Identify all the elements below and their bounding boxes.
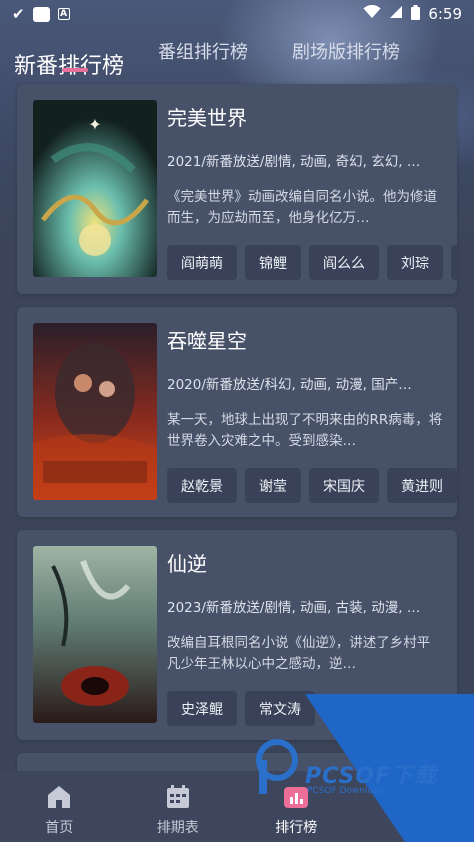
anime-title[interactable]: 吞噬星空 [167, 325, 247, 354]
signal-icon [389, 5, 403, 23]
anime-description: 改编自耳根同名小说《仙逆》，讲述了乡村平凡少年王林以心中之感动，逆… [167, 635, 431, 672]
tab-movie-ranking[interactable]: 剧场版排行榜 [292, 38, 400, 64]
status-bar: ✔ A 6:59 [0, 0, 474, 28]
anime-title[interactable]: 完美世界 [167, 102, 247, 131]
cast-tag[interactable]: 赵乾景 [167, 468, 237, 503]
cast-tag-overflow[interactable] [451, 245, 457, 280]
cast-tag[interactable]: 黄进则 [387, 468, 457, 503]
home-icon [45, 783, 73, 811]
cast-tag[interactable]: 宋国庆 [309, 468, 379, 503]
anime-card[interactable]: 吞噬星空 2020/新番放送/科幻, 动画, 动漫, 国产… 某一天，地球上出现… [17, 307, 457, 517]
poster-image[interactable] [33, 323, 157, 500]
poster-image[interactable]: ✦ [33, 100, 157, 277]
cast-tags: 阎萌萌 锦鲤 阎么么 刘琮 [167, 245, 457, 280]
app-notification-icon [32, 6, 50, 22]
nav-schedule[interactable]: 排期表 [119, 771, 238, 842]
nav-profile[interactable]: 我的 [356, 771, 474, 842]
anime-meta: 2021/新番放送/剧情, 动画, 奇幻, 玄幻, … [167, 154, 421, 170]
poster-image[interactable] [33, 546, 157, 723]
nav-schedule-label: 排期表 [156, 820, 199, 836]
anime-meta: 2020/新番放送/科幻, 动画, 动漫, 国产… [167, 377, 412, 393]
anime-card[interactable]: ✦ 完美世界 2021/新番放送/剧情, 动画, 奇幻, 玄幻, … 《完美世界… [17, 84, 457, 294]
cast-tags: 赵乾景 谢莹 宋国庆 黄进则 [167, 468, 457, 503]
nav-ranking[interactable]: 排行榜 [237, 771, 356, 842]
tab-indicator [62, 68, 88, 72]
nav-home-label: 首页 [45, 820, 74, 836]
cast-tag[interactable]: 锦鲤 [245, 245, 301, 280]
anime-meta: 2023/新番放送/剧情, 动画, 古装, 动漫, … [167, 600, 421, 616]
chart-icon [282, 783, 310, 811]
svg-text:✦: ✦ [88, 115, 101, 134]
cast-tag[interactable]: 谢莹 [245, 468, 301, 503]
bottom-navigation: 首页 排期表 排行榜 我的 [0, 771, 474, 842]
nav-profile-label: 我的 [400, 820, 429, 836]
ranking-tabs: 新番排行榜 番组排行榜 剧场版排行榜 [14, 32, 474, 79]
cast-tag[interactable]: 史泽鲲 [167, 691, 237, 726]
anime-title[interactable]: 仙逆 [167, 548, 207, 577]
cast-tag[interactable]: 阎萌萌 [167, 245, 237, 280]
cast-tag[interactable]: 刘琮 [387, 245, 443, 280]
cast-tags: 史泽鲲 常文涛 [167, 691, 457, 726]
tab-series-ranking[interactable]: 番组排行榜 [158, 38, 248, 64]
cast-tag[interactable]: 常文涛 [245, 691, 315, 726]
user-icon [401, 783, 429, 811]
check-icon: ✔ [12, 5, 25, 23]
wifi-icon [363, 4, 381, 23]
status-time: 6:59 [428, 5, 462, 23]
tab-new-anime-ranking[interactable]: 新番排行榜 [14, 48, 124, 80]
anime-description: 某一天，地球上出现了不明来由的RR病毒，将世界卷入灾难之中。受到感染… [167, 412, 443, 449]
battery-icon [411, 4, 421, 24]
calendar-icon [164, 783, 192, 811]
nav-ranking-label: 排行榜 [275, 820, 318, 836]
anime-description: 《完美世界》动画改编自同名小说。他为修道而生，为应劫而至，他身化亿万… [167, 189, 437, 226]
a-notification-icon: A [57, 8, 70, 20]
anime-card[interactable]: 仙逆 2023/新番放送/剧情, 动画, 古装, 动漫, … 改编自耳根同名小说… [17, 530, 457, 740]
nav-home[interactable]: 首页 [0, 771, 119, 842]
cast-tag[interactable]: 阎么么 [309, 245, 379, 280]
